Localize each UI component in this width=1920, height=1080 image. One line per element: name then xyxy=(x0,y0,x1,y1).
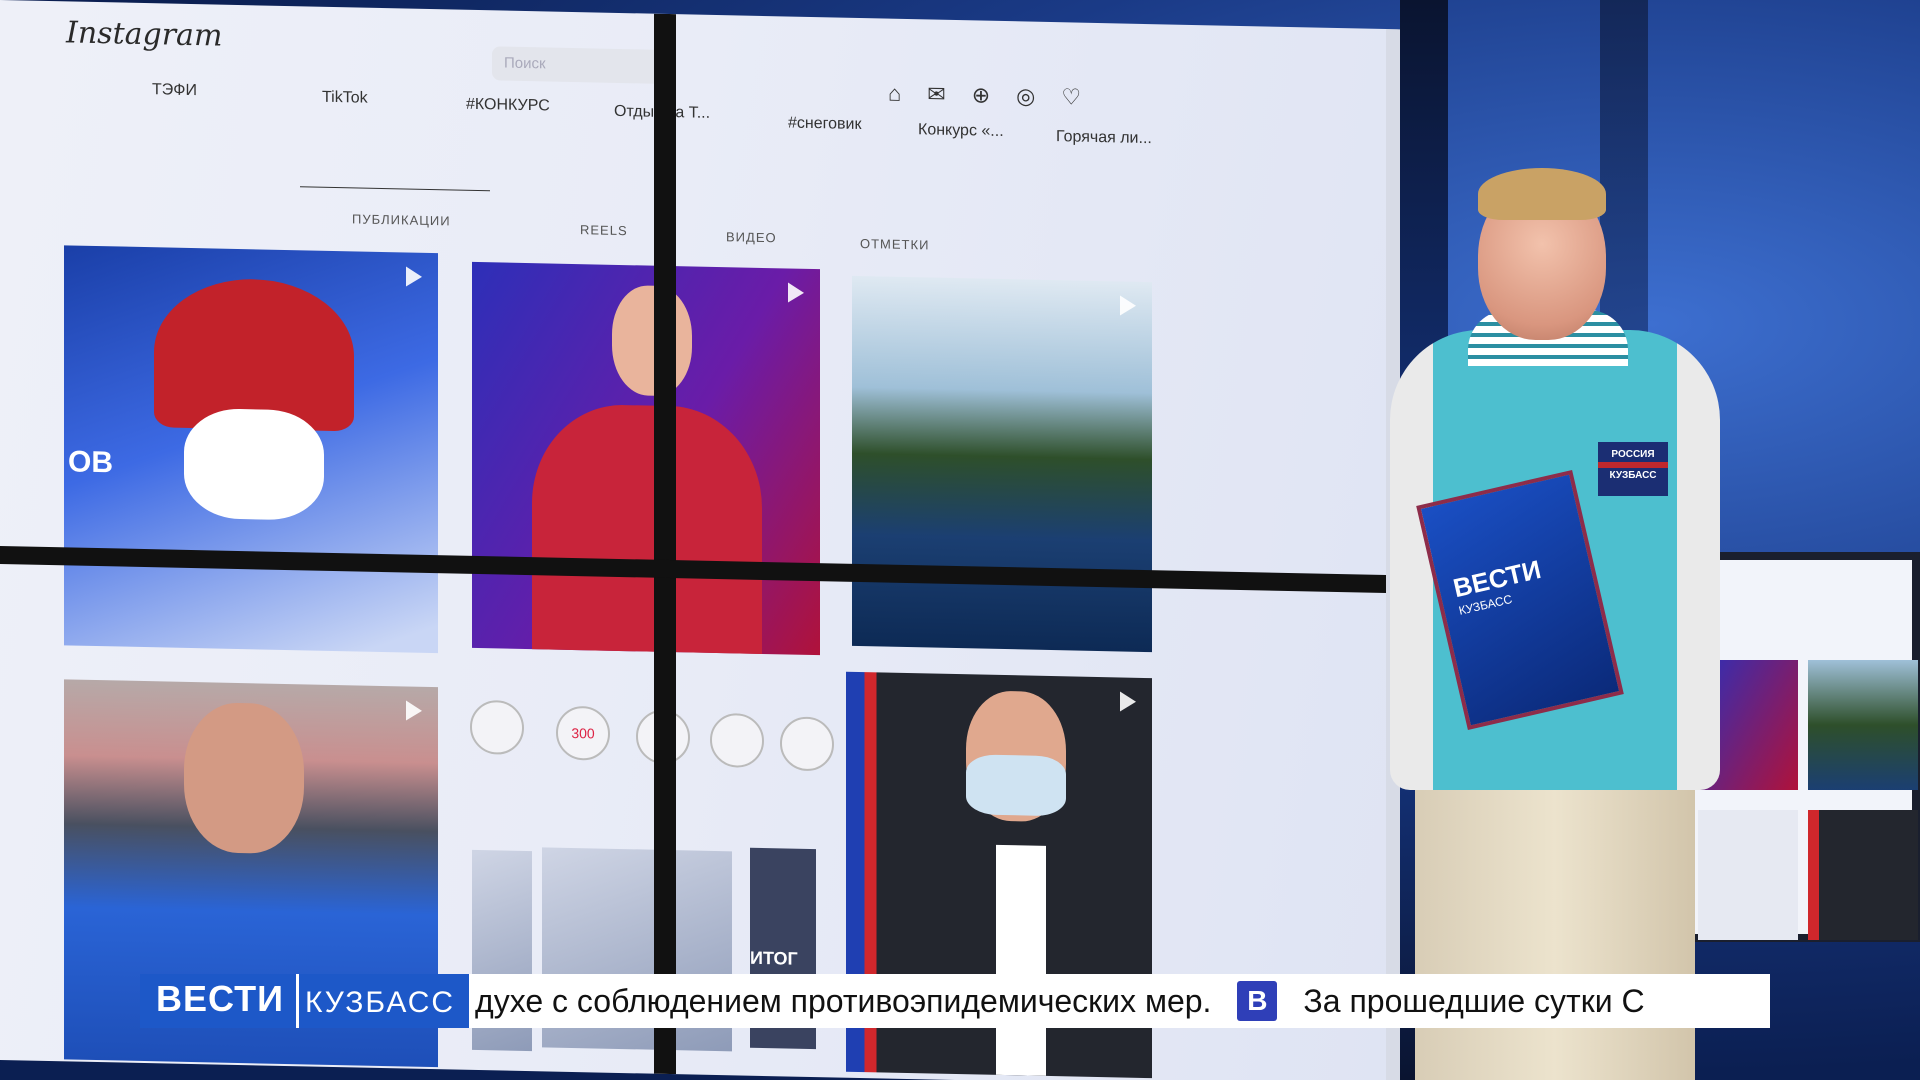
story-circles-row: 300 xyxy=(470,699,834,797)
channel-logo-main: ВЕСТИ xyxy=(140,974,296,1028)
presenter-trousers xyxy=(1415,790,1695,1080)
presenter-hair xyxy=(1478,168,1606,220)
badge-text: КУЗБАСС xyxy=(1609,470,1657,481)
tab-reels[interactable]: REELS xyxy=(580,222,628,238)
post-thumbnail-official-with-flag xyxy=(1808,810,1918,940)
broadcast-frame: Instagram Поиск ⌂ ✉ ⊕ ◎ ♡ ТЭФИ TikTok #К… xyxy=(0,0,1920,1080)
helmet-shape xyxy=(154,277,354,432)
tab-video[interactable]: ВИДЕО xyxy=(726,229,777,245)
reel-play-icon xyxy=(788,282,804,303)
face-mask-shape xyxy=(966,754,1066,817)
tab-underline xyxy=(300,186,490,192)
tab-tags[interactable]: ОТМЕТКИ xyxy=(860,236,929,252)
highlight-label[interactable]: ТЭФИ xyxy=(152,81,197,100)
highlight-label[interactable]: #КОНКУРС xyxy=(466,96,550,116)
channel-logo: ВЕСТИ КУЗБАСС xyxy=(140,974,470,1028)
ticker-separator-icon: В xyxy=(1237,981,1278,1021)
face-mask-shape xyxy=(184,407,324,521)
post-caption-text: ОВ xyxy=(68,445,113,480)
person-face-shape xyxy=(612,284,692,397)
highlight-label[interactable]: Горячая ли... xyxy=(1056,128,1152,148)
shirt-shape xyxy=(996,844,1046,1076)
channel-logo-region: КУЗБАСС xyxy=(295,974,470,1028)
instagram-video-wall: Instagram Поиск ⌂ ✉ ⊕ ◎ ♡ ТЭФИ TikTok #К… xyxy=(0,0,1400,1080)
story-circle[interactable] xyxy=(780,716,834,772)
highlight-label[interactable]: #снеговик xyxy=(788,115,861,135)
news-ticker: ВЕСТИ КУЗБАСС духе с соблюдением противо… xyxy=(140,974,1770,1028)
red-dress-shape xyxy=(532,403,762,656)
search-input[interactable]: Поиск xyxy=(492,46,662,84)
channel-badge: РОССИЯ КУЗБАСС xyxy=(1598,442,1668,496)
instagram-logo: Instagram xyxy=(66,15,223,54)
news-presenter: РОССИЯ КУЗБАСС ВЕСТИ КУЗБАСС xyxy=(1320,160,1790,1080)
ticker-text-next: За прошедшие сутки С xyxy=(1303,982,1645,1019)
reel-play-icon xyxy=(1120,691,1136,712)
post-thumbnail-cliffs-river[interactable] xyxy=(852,275,1152,653)
reel-play-icon xyxy=(406,266,422,287)
story-circle[interactable] xyxy=(470,699,524,755)
highlight-label[interactable]: Конкурс «... xyxy=(918,121,1004,141)
highlight-label[interactable]: TikTok xyxy=(322,89,368,108)
post-thumbnail-cliffs-river xyxy=(1808,660,1918,790)
person-face-shape xyxy=(184,701,304,855)
video-wall-seam xyxy=(654,13,676,1075)
story-circle[interactable]: 300 xyxy=(556,705,610,761)
post-thumbnail-presenter[interactable] xyxy=(472,261,820,656)
reel-play-icon xyxy=(1120,295,1136,316)
story-circle[interactable] xyxy=(710,712,764,769)
tab-publications[interactable]: ПУБЛИКАЦИИ xyxy=(352,211,451,228)
post-thumbnail-hockey-player[interactable]: ОВ xyxy=(64,245,438,654)
reel-play-icon xyxy=(406,700,422,721)
badge-text: РОССИЯ xyxy=(1611,449,1655,460)
ticker-text: духе с соблюдением противоэпидемических … xyxy=(475,982,1212,1019)
